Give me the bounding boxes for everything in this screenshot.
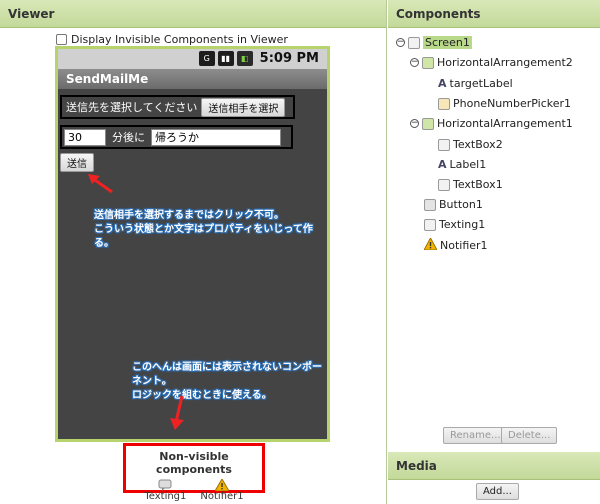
horizontal-arrangement-2: 送信先を選択してください 送信相手を選択 [60, 95, 295, 119]
note2-line1: このへんは画面には表示されないコンポーネント。 [132, 362, 322, 387]
warning-icon [423, 236, 438, 253]
tree-node-label: targetLabel [449, 77, 513, 90]
network-3g-icon: G [198, 51, 215, 66]
status-time: 5:09 PM [259, 51, 319, 66]
annotation-note-2: このへんは画面には表示されないコンポーネント。 ロジックを組むときに使える。 [132, 361, 327, 403]
minutes-label: 分後に [112, 131, 145, 144]
nonvisible-components-box: Non-visible components Texting1 Notifier… [123, 443, 265, 502]
horizontal-arrangement-1: 30 分後に 帰ろうか [60, 125, 293, 149]
tree-node-label: Screen1 [423, 36, 472, 49]
battery-icon: ◧ [236, 51, 253, 66]
warning-icon [200, 479, 243, 491]
status-bar: G ▮▮ ◧ 5:09 PM [58, 49, 327, 69]
nonvisible-item-texting[interactable]: Texting1 [144, 479, 186, 502]
arrangement-icon [422, 117, 434, 130]
tree-node-screen1[interactable]: − Screen1 [396, 36, 472, 49]
rename-button[interactable]: Rename... [443, 427, 508, 444]
button-icon [424, 198, 436, 211]
annotation-arrow-1-icon [88, 174, 113, 194]
tree-node-texting1[interactable]: Texting1 [424, 218, 485, 231]
nonvisible-item-label: Texting1 [144, 491, 187, 502]
collapse-toggle-icon[interactable]: − [410, 119, 419, 128]
tree-node-phonenumberpicker[interactable]: PhoneNumberPicker1 [438, 97, 571, 110]
nonvisible-list: Texting1 Notifier1 [126, 479, 262, 502]
tree-node-targetlabel[interactable]: A targetLabel [438, 77, 513, 90]
textbox-icon [438, 138, 450, 151]
tree-node-label: TextBox1 [453, 178, 503, 191]
nonvisible-item-notifier[interactable]: Notifier1 [200, 479, 244, 502]
signal-icon: ▮▮ [217, 51, 234, 66]
textbox-message[interactable]: 帰ろうか [151, 128, 281, 146]
annotation-note-1: 送信相手を選択するまではクリック不可。 こういう状態とか文字はプロパティをいじっ… [94, 209, 327, 251]
phone-preview: G ▮▮ ◧ 5:09 PM SendMailMe 送信先を選択してください 送… [55, 46, 330, 442]
media-header: Media [388, 452, 600, 480]
collapse-toggle-icon[interactable]: − [396, 38, 405, 47]
media-add-button[interactable]: Add... [476, 483, 519, 500]
arrangement-icon [422, 56, 434, 69]
display-invisible-label: Display Invisible Components in Viewer [71, 33, 288, 46]
tree-node-label: HorizontalArrangement2 [437, 56, 573, 69]
tree-node-label: Button1 [439, 198, 483, 211]
tree-node-label: PhoneNumberPicker1 [453, 97, 572, 110]
note1-line1: 送信相手を選択するまではクリック不可。 [94, 210, 284, 221]
tree-node-harr2[interactable]: − HorizontalArrangement2 [410, 56, 573, 69]
picker-icon [438, 97, 450, 110]
screen-icon [408, 36, 420, 49]
textbox-icon [438, 178, 450, 191]
textbox-minutes[interactable]: 30 [64, 128, 106, 146]
note1-line2: こういう状態とか文字はプロパティをいじって作る。 [94, 224, 313, 249]
note2-line2: ロジックを組むときに使える。 [132, 390, 272, 401]
display-invisible-checkbox[interactable] [56, 34, 67, 45]
texting-icon [424, 218, 436, 231]
tree-node-label1[interactable]: A Label1 [438, 158, 486, 171]
label-icon: A [438, 158, 447, 171]
tree-node-label: Notifier1 [440, 239, 488, 252]
delete-button[interactable]: Delete... [501, 427, 558, 444]
components-header: Components [388, 0, 600, 28]
tree-node-label: Texting1 [439, 218, 486, 231]
tree-node-textbox2[interactable]: TextBox2 [438, 138, 503, 151]
tree-node-label: TextBox2 [453, 138, 503, 151]
tree-node-harr1[interactable]: − HorizontalArrangement1 [410, 117, 573, 130]
tree-node-label: Label1 [449, 158, 487, 171]
send-button[interactable]: 送信 [60, 153, 94, 172]
app-titlebar: SendMailMe [58, 69, 327, 89]
viewer-panel: Viewer Display Invisible Components in V… [0, 0, 387, 504]
nonvisible-item-label: Notifier1 [200, 491, 244, 502]
display-invisible-row[interactable]: Display Invisible Components in Viewer [56, 33, 288, 46]
tree-node-button1[interactable]: Button1 [424, 198, 483, 211]
app-root: Viewer Display Invisible Components in V… [0, 0, 600, 504]
tree-node-notifier1[interactable]: Notifier1 [423, 236, 488, 253]
viewer-header: Viewer [0, 0, 386, 28]
label-icon: A [438, 77, 447, 90]
target-label: 送信先を選択してください [66, 101, 198, 114]
texting-icon [144, 479, 186, 491]
nonvisible-title: Non-visible components [156, 450, 232, 476]
tree-node-textbox1[interactable]: TextBox1 [438, 178, 503, 191]
tree-node-label: HorizontalArrangement1 [437, 117, 573, 130]
collapse-toggle-icon[interactable]: − [410, 58, 419, 67]
status-icons: G ▮▮ ◧ 5:09 PM [198, 51, 319, 66]
phone-number-picker-button[interactable]: 送信相手を選択 [201, 97, 286, 117]
annotation-arrow-2-icon [170, 395, 184, 430]
